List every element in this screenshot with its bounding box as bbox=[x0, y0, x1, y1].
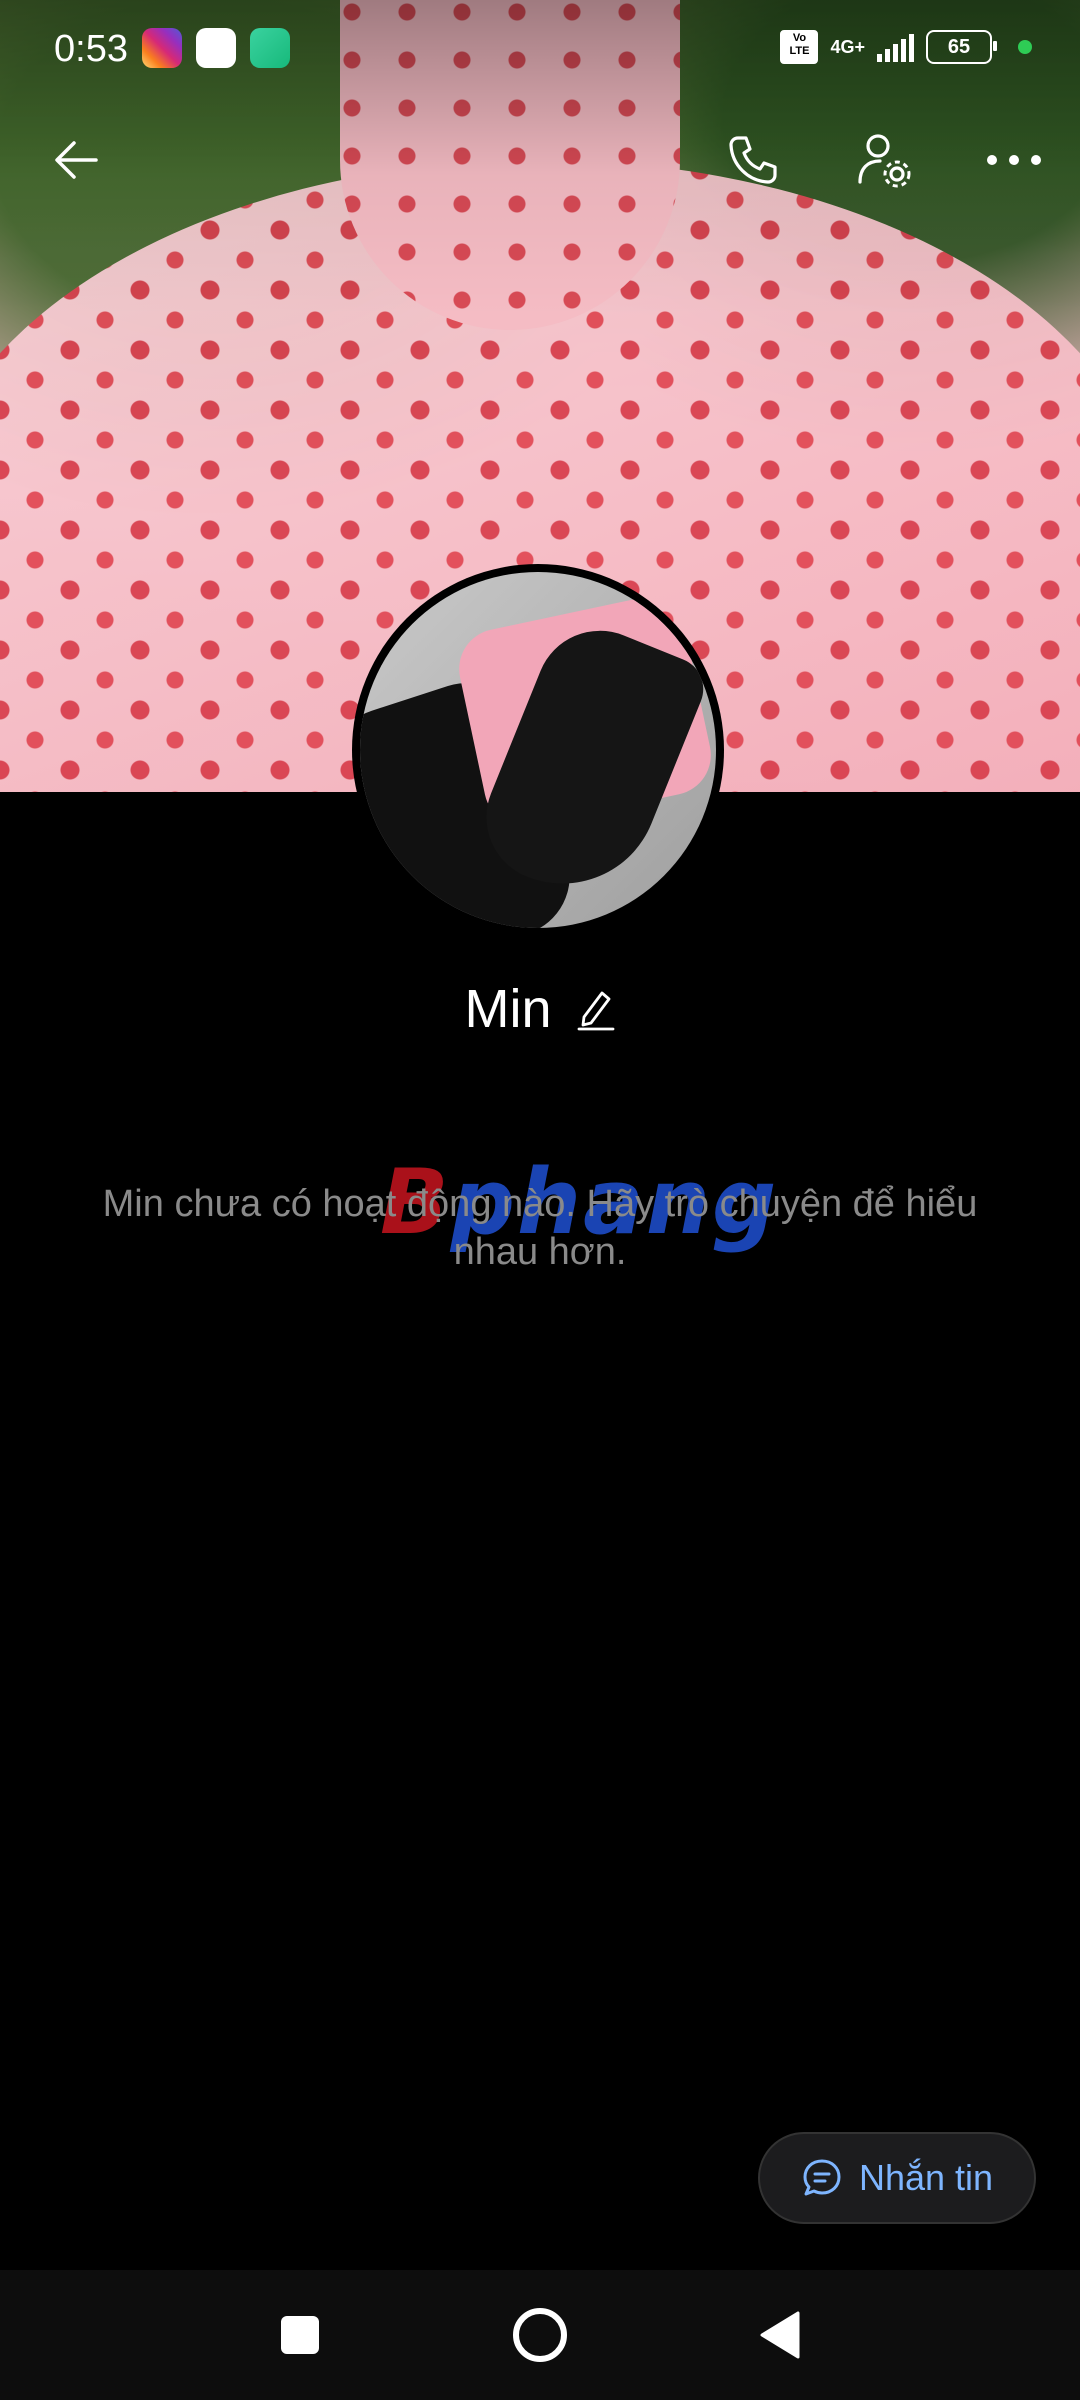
call-button[interactable] bbox=[710, 118, 794, 202]
status-right: Vo LTE 4G+ 65 bbox=[780, 30, 1032, 64]
status-bar: 0:53 Vo LTE 4G+ 65 bbox=[0, 0, 1080, 100]
nav-back-button[interactable] bbox=[740, 2295, 820, 2375]
message-button[interactable]: Nhắn tin bbox=[758, 2132, 1036, 2224]
back-arrow-icon bbox=[55, 141, 98, 179]
profile-name-row: Min bbox=[0, 978, 1080, 1040]
back-triangle-icon bbox=[760, 2311, 800, 2359]
more-icon bbox=[987, 155, 1041, 165]
instagram-icon bbox=[142, 28, 182, 68]
user-settings-icon bbox=[858, 134, 911, 188]
message-button-label: Nhắn tin bbox=[858, 2157, 994, 2198]
recents-button[interactable] bbox=[260, 2295, 340, 2375]
back-button[interactable] bbox=[34, 118, 118, 202]
signal-icon bbox=[877, 32, 914, 62]
notification-icons bbox=[142, 28, 290, 68]
profile-name: Min bbox=[464, 979, 552, 1039]
gallery-app-icon bbox=[196, 28, 236, 68]
user-settings-button[interactable] bbox=[842, 118, 926, 202]
network-type: 4G+ bbox=[830, 36, 865, 57]
phone-icon bbox=[729, 136, 777, 184]
avatar-image bbox=[360, 572, 716, 928]
edit-pencil-icon[interactable] bbox=[576, 987, 616, 1031]
empty-activity-message: Min chưa có hoạt động nào. Hãy trò chuyệ… bbox=[102, 1183, 978, 1273]
avatar[interactable] bbox=[352, 564, 724, 936]
top-action-bar bbox=[0, 118, 1080, 202]
recents-icon bbox=[281, 2316, 319, 2354]
system-navigation-bar bbox=[0, 2270, 1080, 2400]
layers-app-icon bbox=[250, 28, 290, 68]
home-icon bbox=[513, 2308, 567, 2362]
battery-level: 65 bbox=[947, 35, 971, 58]
more-options-button[interactable] bbox=[972, 118, 1056, 202]
volte-icon: Vo LTE bbox=[780, 30, 819, 64]
privacy-indicator-dot bbox=[1018, 40, 1032, 54]
home-button[interactable] bbox=[500, 2295, 580, 2375]
chat-bubble-icon bbox=[803, 2159, 841, 2196]
status-time: 0:53 bbox=[54, 28, 128, 70]
battery-icon: 65 bbox=[926, 30, 997, 64]
